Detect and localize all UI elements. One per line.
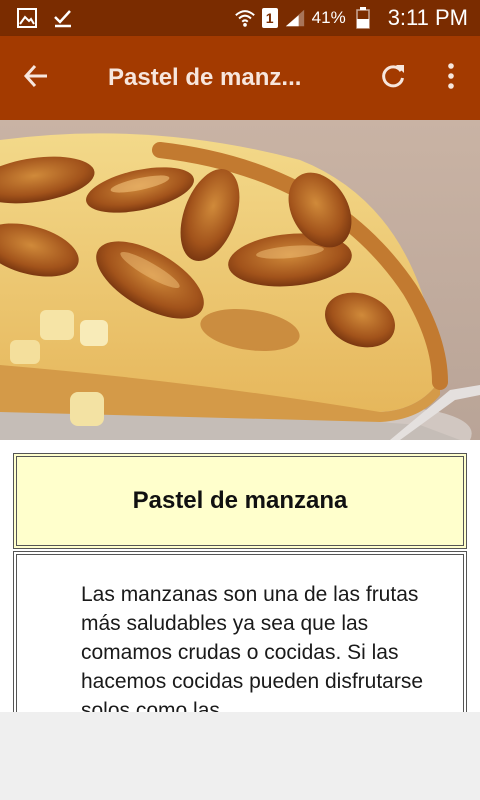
- app-bar-title: Pastel de manz...: [108, 64, 302, 91]
- clock-time: 3:11 PM: [387, 5, 468, 30]
- signal-icon: [284, 7, 306, 29]
- sim-icon: 1: [261, 8, 278, 28]
- overflow-menu-button[interactable]: [422, 36, 480, 120]
- recipe-image: [0, 120, 480, 440]
- app-bar: Pastel de manz...: [0, 36, 480, 120]
- recipe-content: Pastel de manzana Las manzanas son una d…: [0, 440, 480, 712]
- recipe-description-card[interactable]: Las manzanas son una de las frutas más s…: [13, 551, 467, 712]
- more-vert-icon: [447, 62, 455, 95]
- status-bar: 1 41% 3:11 PM: [0, 0, 480, 36]
- battery-icon: [352, 7, 374, 29]
- bottom-panel: [0, 712, 480, 800]
- recipe-title: Pastel de manzana: [132, 487, 348, 514]
- battery-percent: 41%: [311, 8, 346, 27]
- back-button[interactable]: [0, 36, 72, 120]
- check-icon: [52, 7, 74, 29]
- refresh-button[interactable]: [364, 36, 422, 120]
- arrow-back-icon: [22, 62, 50, 95]
- image-icon: [16, 7, 38, 29]
- wifi-icon: [234, 7, 256, 29]
- recipe-description: Las manzanas son una de las frutas más s…: [81, 583, 424, 712]
- refresh-icon: [379, 62, 407, 95]
- recipe-title-card: Pastel de manzana: [13, 453, 467, 549]
